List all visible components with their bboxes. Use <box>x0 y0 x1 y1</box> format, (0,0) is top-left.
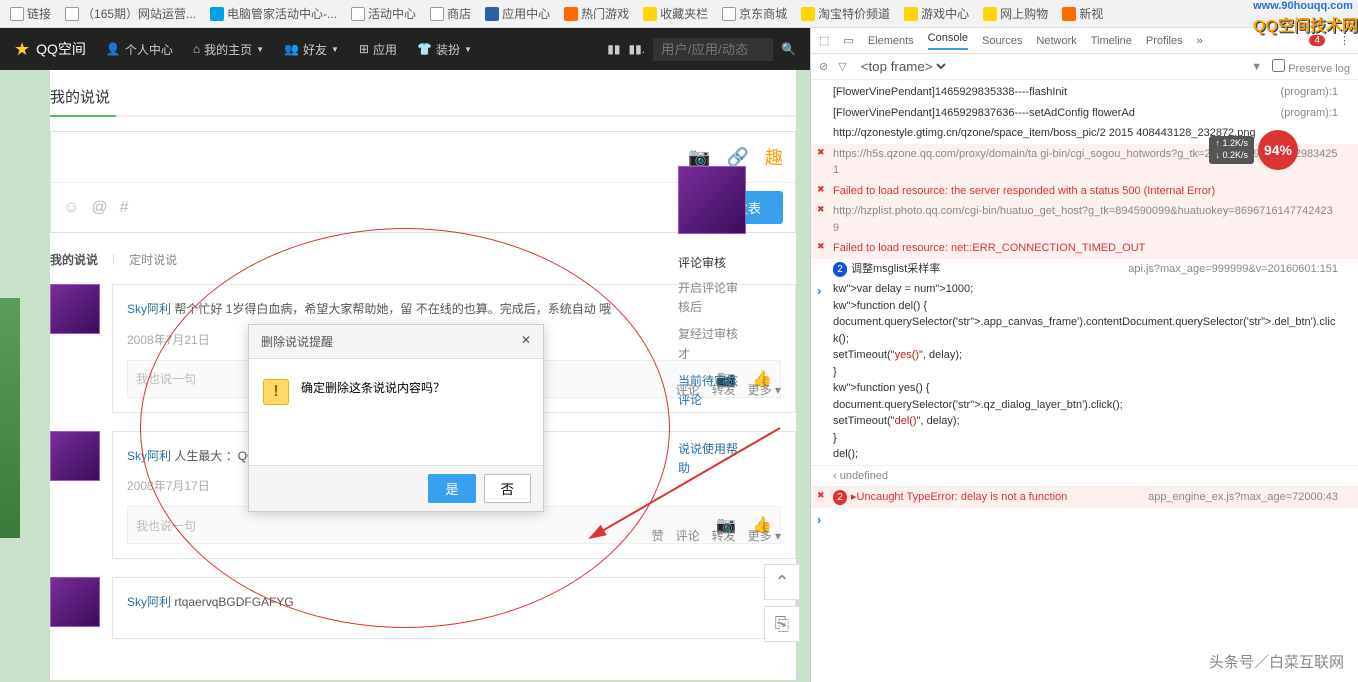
post-2: Sky阿利 rtqaervqBGDFGAFYG <box>50 577 796 639</box>
nav-deco[interactable]: 👕装扮▼ <box>417 41 472 58</box>
post-action[interactable]: 赞 <box>652 527 664 544</box>
devtools-pane: ⬚ ▭ Elements Console Sources Network Tim… <box>810 28 1358 682</box>
scroll-nav: ⌃ ⎘ <box>764 564 800 642</box>
post-action[interactable]: 评论 <box>676 527 700 544</box>
author[interactable]: Sky阿利 <box>127 302 171 316</box>
close-icon[interactable]: ✕ <box>521 333 531 350</box>
clear-icon[interactable]: ⊘ <box>819 60 828 73</box>
link-icon[interactable]: 🔗 <box>727 147 749 168</box>
console-line: 2调整msglist采样率api.js?max_age=999999&v=201… <box>811 259 1358 280</box>
console-output[interactable]: [FlowerVinePendant]1465929835338----flas… <box>811 80 1358 682</box>
console-line: Failed to load resource: net::ERR_CONNEC… <box>811 238 1358 259</box>
console-line: 2▸Uncaught TypeError: delay is not a fun… <box>811 487 1358 508</box>
console-line: ‹ undefined <box>811 465 1358 488</box>
nav-friends[interactable]: 👥好友▼ <box>284 41 339 58</box>
qzone-pane: ★QQ空间 👤个人中心 ⌂我的主页▼ 👥好友▼ ⊞应用 👕装扮▼ ▮▮ ▮▮. … <box>0 28 810 682</box>
filter-icon[interactable]: ▽ <box>838 60 846 73</box>
bm-4[interactable]: 商店 <box>426 3 475 24</box>
bm-2[interactable]: 电脑管家活动中心-... <box>206 3 341 24</box>
nav-home[interactable]: ⌂我的主页▼ <box>193 41 264 58</box>
frame-select[interactable]: <top frame> <box>857 58 949 75</box>
dialog-no[interactable]: 否 <box>484 474 531 503</box>
search-input[interactable] <box>653 38 773 61</box>
search-icon[interactable]: 🔍 <box>781 42 796 56</box>
dialog-title: 删除说说提醒 <box>261 333 333 350</box>
author[interactable]: Sky阿利 <box>127 595 171 609</box>
at-icon[interactable]: @ <box>91 199 107 217</box>
sidebar: 评论审核 开启评论审核后 复经过审核才 当前待审核评论 说说使用帮助 <box>678 166 746 479</box>
console-line: http://hzplist.photo.qq.com/cgi-bin/huat… <box>811 201 1358 238</box>
console-line: [FlowerVinePendant]1465929837636----setA… <box>811 103 1358 124</box>
tab-scheduled[interactable]: 定时说说 <box>129 251 177 268</box>
tab-my[interactable]: 我的说说 <box>50 251 98 268</box>
bm-0[interactable]: 链接 <box>6 3 55 24</box>
dialog-message: 确定删除这条说说内容吗？ <box>301 379 445 396</box>
bm-7[interactable]: 收藏夹栏 <box>639 3 712 24</box>
emoji-icon[interactable]: ☺ <box>63 199 79 217</box>
fun-icon[interactable]: 趣 <box>765 144 783 170</box>
warning-icon: ! <box>263 379 289 405</box>
console-filter: ⊘ ▽ <top frame> ▼ Preserve log <box>811 54 1358 80</box>
inspect-icon[interactable]: ⬚ <box>819 34 829 47</box>
footer-watermark: 头条号／白菜互联网 <box>1209 651 1344 672</box>
network-badge: ↑ 1.2K/s↓ 0.2K/s 94% <box>1209 130 1298 170</box>
console-line: kw">var delay = num">1000;kw">function d… <box>811 279 1358 465</box>
avatar[interactable] <box>50 431 100 481</box>
post-action[interactable]: 更多 ▾ <box>748 527 781 544</box>
console-line: Failed to load resource: the server resp… <box>811 181 1358 202</box>
pause-icon[interactable]: ▮▮ <box>607 42 620 56</box>
scroll-up[interactable]: ⌃ <box>764 564 800 600</box>
watermark-top: www.90houqq.com QQ空间技术网 <box>1253 0 1358 36</box>
nav-apps[interactable]: ⊞应用 <box>359 41 397 58</box>
logo[interactable]: ★QQ空间 <box>14 39 86 60</box>
pending-link[interactable]: 当前待审核评论 <box>678 372 746 410</box>
delete-dialog: 删除说说提醒 ✕ ! 确定删除这条说说内容吗？ 是 否 <box>248 324 544 512</box>
preserve-log[interactable] <box>1272 59 1285 72</box>
bm-12[interactable]: 新视 <box>1058 3 1107 24</box>
post-action[interactable]: 更多 ▾ <box>748 381 781 398</box>
side-avatar[interactable] <box>678 166 746 234</box>
dialog-yes[interactable]: 是 <box>428 474 475 503</box>
stats-icon[interactable]: ▮▮. <box>629 42 646 56</box>
console-line: [FlowerVinePendant]1465929835338----flas… <box>811 82 1358 103</box>
bm-1[interactable]: （165期）网站运营... <box>61 3 200 24</box>
avatar[interactable] <box>50 284 100 334</box>
tab-sources[interactable]: Sources <box>982 35 1022 47</box>
bm-10[interactable]: 游戏中心 <box>900 3 973 24</box>
bm-3[interactable]: 活动中心 <box>347 3 420 24</box>
bm-11[interactable]: 网上购物 <box>979 3 1052 24</box>
bookmarks-bar: 链接 （165期）网站运营... 电脑管家活动中心-... 活动中心 商店 应用… <box>0 0 1358 28</box>
tab-elements[interactable]: Elements <box>868 35 914 47</box>
tab-timeline[interactable]: Timeline <box>1091 35 1132 47</box>
nav-personal[interactable]: 👤个人中心 <box>106 41 173 58</box>
hash-icon[interactable]: # <box>120 199 129 217</box>
help-link[interactable]: 说说使用帮助 <box>678 440 746 478</box>
bm-6[interactable]: 热门游戏 <box>560 3 633 24</box>
tab-profiles[interactable]: Profiles <box>1146 35 1183 47</box>
tab-console[interactable]: Console <box>928 32 968 50</box>
bm-9[interactable]: 淘宝特价频道 <box>797 3 894 24</box>
review-title: 评论审核 <box>678 254 746 271</box>
top-nav: ★QQ空间 👤个人中心 ⌂我的主页▼ 👥好友▼ ⊞应用 👕装扮▼ ▮▮ ▮▮. … <box>0 28 810 70</box>
avatar[interactable] <box>50 577 100 627</box>
author[interactable]: Sky阿利 <box>127 449 171 463</box>
bm-5[interactable]: 应用中心 <box>481 3 554 24</box>
feedback[interactable]: ⎘ <box>764 606 800 642</box>
bm-8[interactable]: 京东商城 <box>718 3 791 24</box>
tab-network[interactable]: Network <box>1036 35 1076 47</box>
page-title: 我的说说 <box>50 70 796 115</box>
device-icon[interactable]: ▭ <box>843 34 853 47</box>
camera-icon[interactable]: 📷 <box>688 147 710 168</box>
post-action[interactable]: 转发 <box>712 527 736 544</box>
